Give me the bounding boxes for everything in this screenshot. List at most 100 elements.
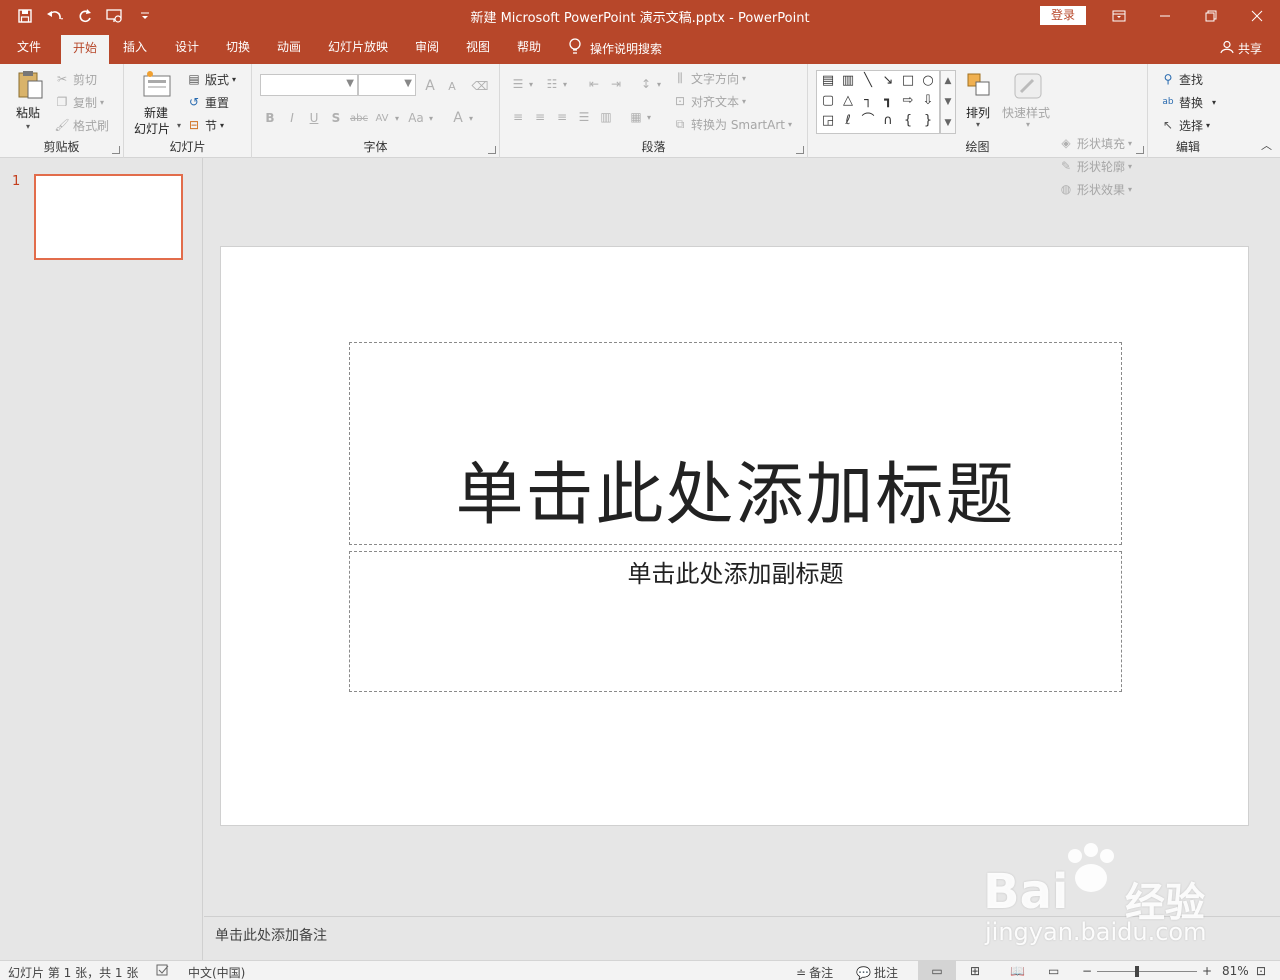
tab-help[interactable]: 帮助 <box>510 32 548 64</box>
tab-animations[interactable]: 动画 <box>270 32 308 64</box>
tab-insert[interactable]: 插入 <box>116 32 154 64</box>
slideshow-button[interactable]: ▭ <box>1048 964 1059 978</box>
tab-design[interactable]: 设计 <box>168 32 206 64</box>
layout-button[interactable]: ▤ 版式 ▾ <box>186 69 236 89</box>
dialog-launcher-icon[interactable] <box>796 146 804 154</box>
triangle-shape-icon[interactable]: △ <box>840 93 856 109</box>
down-arrow-shape-icon[interactable]: ⇩ <box>920 93 936 109</box>
right-arrow-shape-icon[interactable]: ⇨ <box>900 93 916 109</box>
slide-thumbnail[interactable] <box>34 174 183 260</box>
vertical-textbox-shape-icon[interactable]: ▥ <box>840 73 856 89</box>
zoom-slider[interactable] <box>1097 971 1197 972</box>
slide-canvas[interactable]: 单击此处添加标题 单击此处添加副标题 <box>220 246 1249 826</box>
shadow-button[interactable]: S <box>328 108 344 128</box>
curve-shape-icon[interactable]: ∩ <box>880 113 896 129</box>
numbering-button[interactable]: ☷ ▾ <box>544 74 567 94</box>
restore-icon[interactable] <box>1188 0 1234 32</box>
line-spacing-button[interactable]: ↕ ▾ <box>638 74 661 94</box>
distributed-button[interactable]: ▥ <box>598 107 614 127</box>
slide-sorter-button[interactable]: ⊞ <box>970 964 980 978</box>
title-placeholder[interactable]: 单击此处添加标题 <box>349 342 1122 545</box>
oval-shape-icon[interactable]: ○ <box>920 73 936 89</box>
tab-file[interactable]: 文件 <box>10 32 48 64</box>
login-button[interactable]: 登录 <box>1040 6 1086 25</box>
subtitle-placeholder[interactable]: 单击此处添加副标题 <box>349 551 1122 692</box>
minimize-icon[interactable] <box>1142 0 1188 32</box>
copy-button[interactable]: ❐ 复制 ▾ <box>54 92 104 112</box>
left-brace-shape-icon[interactable]: { <box>900 113 916 129</box>
increase-indent-button[interactable]: ⇥ <box>608 74 624 94</box>
rectangle-shape-icon[interactable]: □ <box>900 73 916 89</box>
clear-format-button[interactable]: ⌫ <box>472 76 489 96</box>
shapes-gallery[interactable]: ▤ ▥ ╲ ↘ □ ○ ▢ △ ┐ ┓ ⇨ ⇩ ◲ ℓ ⌒ ∩ { } <box>816 70 940 134</box>
underline-button[interactable]: U <box>306 108 322 128</box>
zoom-out-button[interactable]: − <box>1082 964 1092 978</box>
justify-button[interactable]: ☰ <box>576 107 592 127</box>
strikethrough-button[interactable]: abc <box>348 108 370 128</box>
decrease-indent-button[interactable]: ⇤ <box>586 74 602 94</box>
align-left-button[interactable]: ≡ <box>510 107 526 127</box>
dialog-launcher-icon[interactable] <box>112 146 120 154</box>
zoom-level[interactable]: 81% <box>1222 964 1249 978</box>
spell-check-icon[interactable] <box>156 964 170 976</box>
align-text-button[interactable]: ⊡ 对齐文本 ▾ <box>672 91 746 111</box>
replace-button[interactable]: ab 替换 ▾ <box>1160 92 1216 112</box>
new-slide-button[interactable]: 新建 幻灯片 ▾ <box>132 68 182 136</box>
change-case-button[interactable]: Aa ▾ <box>406 108 433 128</box>
share-button[interactable]: 共享 <box>1220 32 1262 64</box>
character-spacing-button[interactable]: AV ▾ <box>372 108 399 128</box>
format-painter-button[interactable]: 🖌 格式刷 <box>54 115 109 135</box>
gallery-more-icon[interactable]: ▼ <box>941 113 955 134</box>
find-button[interactable]: ⚲ 查找 <box>1160 69 1203 89</box>
elbow-arrow-shape-icon[interactable]: ┓ <box>880 93 896 109</box>
font-size-combo[interactable]: ▼ <box>358 74 416 96</box>
cut-button[interactable]: ✂ 剪切 <box>54 69 97 89</box>
tab-view[interactable]: 视图 <box>459 32 497 64</box>
line-shape-icon[interactable]: ╲ <box>860 73 876 89</box>
tab-slideshow[interactable]: 幻灯片放映 <box>322 32 394 64</box>
shrink-font-button[interactable]: A <box>444 76 460 96</box>
smartart-button[interactable]: ⧉ 转换为 SmartArt ▾ <box>672 114 792 134</box>
freeform-shape-icon[interactable]: ℓ <box>840 113 856 129</box>
collapse-ribbon-icon[interactable]: ︿ <box>1261 137 1272 153</box>
slide-indicator[interactable]: 幻灯片 第 1 张，共 1 张 <box>8 964 138 980</box>
dialog-launcher-icon[interactable] <box>1136 146 1144 154</box>
reading-view-button[interactable]: 📖 <box>1010 964 1025 978</box>
tab-home[interactable]: 开始 <box>61 35 109 64</box>
grow-font-button[interactable]: A <box>422 76 438 96</box>
shapes-gallery-scroll[interactable]: ▲ ▼ ▼ <box>940 70 956 134</box>
zoom-in-button[interactable]: + <box>1202 964 1212 978</box>
normal-view-button[interactable]: ▭ <box>918 961 956 980</box>
bold-button[interactable]: B <box>262 108 278 128</box>
select-button[interactable]: ↖ 选择 ▾ <box>1160 115 1210 135</box>
section-button[interactable]: ⊟ 节 ▾ <box>186 115 224 135</box>
tell-me-search[interactable]: 操作说明搜索 <box>568 32 662 64</box>
arrow-line-shape-icon[interactable]: ↘ <box>880 73 896 89</box>
bullets-button[interactable]: ☰ ▾ <box>510 74 533 94</box>
text-direction-button[interactable]: ⫼ 文字方向 ▾ <box>672 68 746 88</box>
tab-review[interactable]: 审阅 <box>408 32 446 64</box>
shape-effects-button[interactable]: ◍ 形状效果 ▾ <box>1058 179 1132 199</box>
comments-button[interactable]: 💬 批注 <box>856 964 898 980</box>
align-right-button[interactable]: ≡ <box>554 107 570 127</box>
fit-slide-button[interactable]: ⊡ <box>1256 964 1266 978</box>
notes-toggle-button[interactable]: ≐ 备注 <box>796 964 833 980</box>
rounded-rect-shape-icon[interactable]: ▢ <box>820 93 836 109</box>
font-color-button[interactable]: A ▾ <box>450 108 473 128</box>
align-center-button[interactable]: ≡ <box>532 107 548 127</box>
dialog-launcher-icon[interactable] <box>488 146 496 154</box>
italic-button[interactable]: I <box>284 108 300 128</box>
reset-button[interactable]: ↺ 重置 <box>186 92 229 112</box>
font-name-combo[interactable]: ▼ <box>260 74 358 96</box>
callout-shape-icon[interactable]: ◲ <box>820 113 836 129</box>
zoom-slider-thumb[interactable] <box>1135 966 1139 977</box>
shape-fill-button[interactable]: ◈ 形状填充 ▾ <box>1058 133 1132 153</box>
gallery-down-icon[interactable]: ▼ <box>941 92 955 113</box>
textbox-shape-icon[interactable]: ▤ <box>820 73 836 89</box>
arrange-button[interactable]: 排列 ▾ <box>962 70 998 134</box>
paste-button[interactable]: 粘贴 ▾ <box>12 70 48 134</box>
quick-styles-button[interactable]: 快速样式 ▾ <box>1002 70 1056 134</box>
ribbon-display-icon[interactable] <box>1096 0 1142 32</box>
right-brace-shape-icon[interactable]: } <box>920 113 936 129</box>
columns-button[interactable]: ▦ ▾ <box>628 107 651 127</box>
